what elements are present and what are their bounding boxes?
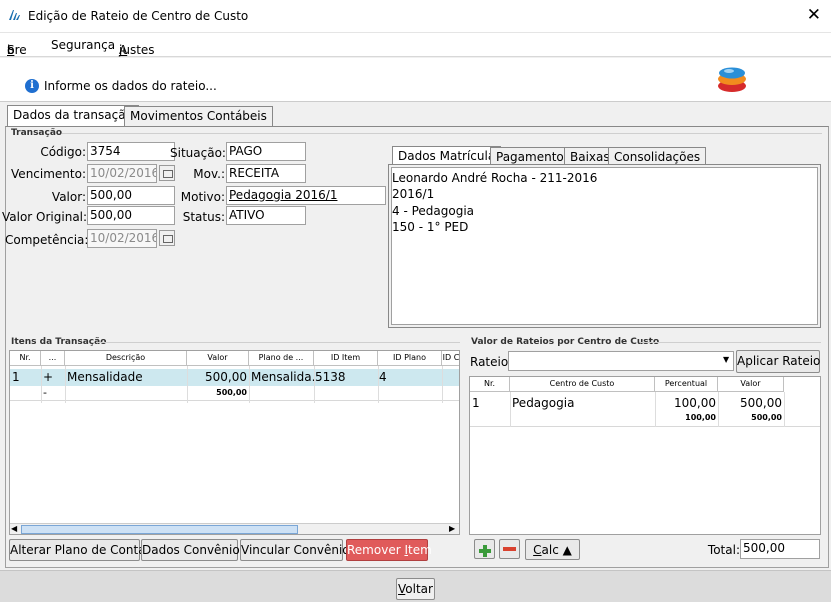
- col-centro-custo[interactable]: Centro de Custo: [510, 377, 655, 392]
- competencia-field[interactable]: 10/02/2016: [87, 229, 157, 248]
- title-bar: Edição de Rateio de Centro de Custo ✕: [0, 0, 831, 33]
- itens-grid[interactable]: Nr. ... Descrição Valor Plano de ... ID …: [9, 350, 460, 535]
- col-valor[interactable]: Valor: [718, 377, 784, 392]
- tab-movimentos-contabeis[interactable]: Movimentos Contábeis: [124, 106, 273, 127]
- remover-item-button[interactable]: Remover Item: [346, 539, 432, 561]
- vincular-convenio-button[interactable]: Vincular Convênio: [240, 539, 350, 561]
- chevron-down-icon[interactable]: ▼: [723, 355, 729, 364]
- mov-field[interactable]: RECEITA: [226, 164, 306, 183]
- total-label: Total:: [707, 543, 740, 557]
- motivo-label: Motivo:: [180, 190, 225, 204]
- status-field[interactable]: ATIVO: [226, 206, 306, 225]
- transacao-group-label: Transação: [11, 128, 63, 138]
- voltar-button[interactable]: Voltar: [396, 578, 435, 600]
- remove-rateio-button[interactable]: [499, 539, 520, 559]
- col-descricao[interactable]: Descrição: [65, 351, 187, 366]
- aplicar-rateio-button[interactable]: Aplicar Rateio: [736, 350, 820, 373]
- valor-original-label: Valor Original:: [2, 210, 88, 224]
- col-valor[interactable]: Valor: [187, 351, 249, 366]
- scroll-right-icon[interactable]: ▶: [449, 524, 455, 533]
- rateios-grid[interactable]: Nr. Centro de Custo Percentual Valor 1 P…: [469, 376, 821, 535]
- add-rateio-button[interactable]: [474, 539, 495, 559]
- status-label: Status:: [182, 210, 225, 224]
- table-row[interactable]: 1 Pedagogia 100,00 500,00: [470, 395, 820, 411]
- codigo-field[interactable]: 3754: [87, 142, 175, 161]
- menu-bar: So bre Segurança Ajustes: [0, 33, 831, 57]
- mov-label: Mov.:: [193, 167, 225, 181]
- valor-label: Valor:: [51, 190, 86, 204]
- scroll-left-icon[interactable]: ◀: [11, 524, 17, 533]
- tab-dados-transacao[interactable]: Dados da transação: [7, 105, 139, 128]
- matricula-panel: [388, 164, 821, 328]
- rateios-group-label: Valor de Rateios por Centro de Custo: [471, 337, 660, 347]
- info-icon: i: [25, 79, 39, 93]
- valor-original-field[interactable]: 500,00: [87, 206, 175, 225]
- calc-button[interactable]: Calc ▲: [525, 539, 580, 560]
- vencimento-field[interactable]: 10/02/2016: [87, 164, 157, 183]
- app-logo-icon: [8, 9, 22, 21]
- vencimento-label: Vencimento:: [11, 167, 86, 181]
- competencia-calendar-icon[interactable]: [159, 230, 175, 246]
- info-bar: i Informe os dados do rateio...: [0, 58, 831, 102]
- col-nr[interactable]: Nr.: [10, 351, 41, 366]
- scrollbar-thumb[interactable]: [21, 525, 298, 534]
- itens-group-label: Itens da Transação: [11, 337, 107, 347]
- situacao-field[interactable]: PAGO: [226, 142, 306, 161]
- alterar-plano-conta-button[interactable]: Alterar Plano de Conta: [9, 539, 146, 561]
- rateio-select[interactable]: [508, 351, 734, 371]
- motivo-field[interactable]: Pedagogia 2016/1: [226, 186, 386, 205]
- matricula-turma: 150 - 1° PED: [392, 220, 469, 234]
- total-row: - 500,00: [10, 386, 459, 401]
- col-id-c[interactable]: ID C: [442, 351, 459, 366]
- codigo-label: Código:: [40, 145, 86, 159]
- info-message: Informe os dados do rateio...: [44, 79, 217, 93]
- dados-convenio-button[interactable]: Dados Convênio: [141, 539, 240, 561]
- app-brand-icon: [716, 64, 748, 94]
- close-button[interactable]: ✕: [807, 5, 821, 25]
- matricula-periodo: 2016/1: [392, 187, 435, 201]
- matricula-aluno: Leonardo André Rocha - 211-2016: [392, 171, 598, 185]
- table-row[interactable]: 1 + Mensalidade 500,00 Mensalida... 5138…: [10, 369, 459, 386]
- col-dots[interactable]: ...: [41, 351, 65, 366]
- plus-icon: [479, 543, 491, 557]
- col-plano[interactable]: Plano de ...: [249, 351, 314, 366]
- total-field[interactable]: 500,00: [740, 539, 820, 559]
- valor-field[interactable]: 500,00: [87, 186, 175, 205]
- col-id-item[interactable]: ID Item: [314, 351, 378, 366]
- rateio-label: Rateio:: [470, 355, 513, 369]
- col-percentual[interactable]: Percentual: [655, 377, 718, 392]
- window-title: Edição de Rateio de Centro de Custo: [28, 9, 249, 23]
- menu-seguranca[interactable]: Segurança: [51, 38, 115, 52]
- matricula-curso: 4 - Pedagogia: [392, 204, 475, 218]
- horizontal-scrollbar[interactable]: ◀ ▶: [10, 523, 459, 534]
- situacao-label: Situação:: [170, 146, 226, 160]
- minus-icon: [503, 547, 516, 551]
- total-row: 100,00 500,00: [470, 411, 820, 427]
- col-id-plano[interactable]: ID Plano: [378, 351, 442, 366]
- competencia-label: Competência:: [5, 233, 89, 247]
- vencimento-calendar-icon[interactable]: [159, 165, 175, 181]
- col-nr[interactable]: Nr.: [470, 377, 510, 392]
